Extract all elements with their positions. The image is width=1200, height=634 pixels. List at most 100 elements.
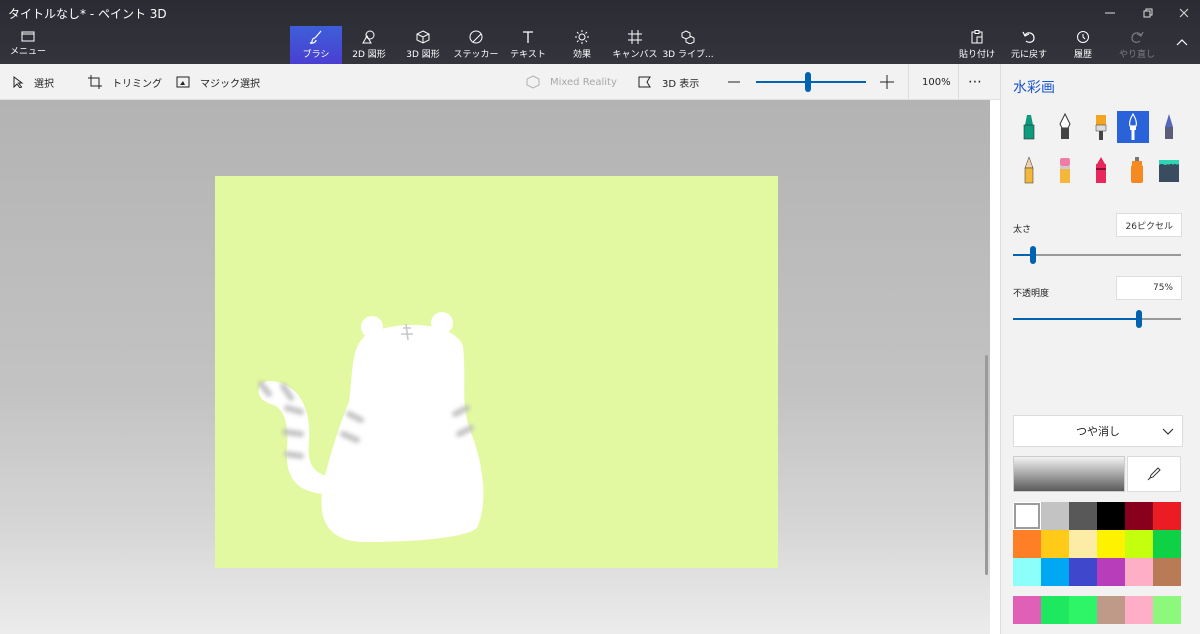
color-swatch[interactable] xyxy=(1013,530,1041,558)
tab-canvas[interactable]: キャンバス xyxy=(612,26,658,64)
color-swatch[interactable] xyxy=(1097,530,1125,558)
more-options-button[interactable]: ⋯ xyxy=(968,64,982,100)
history-button[interactable]: 履歴 xyxy=(1062,26,1104,64)
tab-3d-library[interactable]: 3D ライブ... xyxy=(662,26,714,64)
color-swatch[interactable] xyxy=(1097,502,1125,530)
opacity-slider[interactable] xyxy=(1013,310,1181,328)
tab-2d-shapes[interactable]: 2D 図形 xyxy=(346,26,392,64)
brush-oil[interactable] xyxy=(1085,111,1117,143)
opacity-label: 不透明度 xyxy=(1013,289,1050,299)
eyedropper-button[interactable] xyxy=(1127,456,1181,492)
opacity-slider-thumb[interactable] xyxy=(1136,310,1142,328)
thickness-slider-thumb[interactable] xyxy=(1030,246,1037,264)
minimize-button[interactable] xyxy=(1090,0,1130,26)
brush-marker[interactable] xyxy=(1013,111,1045,143)
cube-icon xyxy=(416,30,430,44)
spray-can-icon xyxy=(1131,157,1143,183)
restore-icon xyxy=(1143,8,1153,18)
color-palette xyxy=(1013,502,1183,586)
color-swatch[interactable] xyxy=(1125,502,1153,530)
brush-watercolor[interactable] xyxy=(1117,111,1149,143)
color-swatch[interactable] xyxy=(1069,502,1097,530)
undo-button[interactable]: 元に戻す xyxy=(1006,26,1052,64)
color-swatch[interactable] xyxy=(1069,530,1097,558)
thickness-input[interactable]: 26ピクセル xyxy=(1116,213,1182,237)
color-swatch[interactable] xyxy=(1069,558,1097,586)
magic-select-tool[interactable]: マジック選択 xyxy=(176,64,260,100)
zoom-slider-thumb[interactable] xyxy=(804,72,811,92)
color-swatch[interactable] xyxy=(1041,502,1069,530)
plus-icon xyxy=(880,75,894,89)
color-swatch[interactable] xyxy=(1041,558,1069,586)
menu-label: メニュー xyxy=(9,47,46,57)
undo-icon xyxy=(1022,31,1035,43)
redo-button[interactable]: やり直し xyxy=(1114,26,1160,64)
custom-color-swatch[interactable] xyxy=(1041,596,1069,624)
zoom-in-button[interactable] xyxy=(880,64,904,100)
select-tool[interactable]: 選択 xyxy=(12,64,54,100)
zoom-out-button[interactable] xyxy=(728,64,750,100)
menu-button[interactable]: メニュー xyxy=(6,30,50,60)
action-label: 元に戻す xyxy=(1010,50,1047,60)
color-swatch[interactable] xyxy=(1153,530,1181,558)
brush-pencil[interactable] xyxy=(1013,154,1045,186)
color-swatch[interactable] xyxy=(1041,530,1069,558)
toolbar-divider xyxy=(908,64,909,100)
paste-icon xyxy=(971,30,983,44)
view-3d-icon xyxy=(638,76,651,88)
custom-color-swatch[interactable] xyxy=(1069,596,1097,624)
tab-brushes[interactable]: ブラシ xyxy=(290,26,342,64)
color-swatch[interactable] xyxy=(1153,502,1181,530)
brush-calligraphy-pen[interactable] xyxy=(1049,111,1081,143)
color-swatch[interactable] xyxy=(1125,558,1153,586)
custom-color-swatch[interactable] xyxy=(1097,596,1125,624)
drawing-canvas[interactable] xyxy=(215,176,778,568)
crop-tool[interactable]: トリミング xyxy=(88,64,162,100)
custom-color-swatch[interactable] xyxy=(1125,596,1153,624)
custom-color-swatch[interactable] xyxy=(1153,596,1181,624)
opacity-input[interactable]: 75% xyxy=(1116,276,1182,300)
view-3d-toggle[interactable]: 3D 表示 xyxy=(638,64,699,100)
custom-color-swatch[interactable] xyxy=(1013,596,1041,624)
color-swatch[interactable] xyxy=(1153,558,1181,586)
color-swatch[interactable] xyxy=(1013,558,1041,586)
tab-stickers[interactable]: ステッカー xyxy=(453,26,499,64)
tab-3d-shapes[interactable]: 3D 図形 xyxy=(400,26,446,64)
zoom-percent-label: 100% xyxy=(922,76,951,88)
crop-icon xyxy=(88,75,102,89)
collapse-ribbon-button[interactable] xyxy=(1170,26,1194,64)
zoom-slider[interactable] xyxy=(756,81,866,83)
mixed-reality-button[interactable]: Mixed Reality xyxy=(526,64,617,100)
tab-label: テキスト xyxy=(510,50,546,60)
tab-label: ステッカー xyxy=(453,50,499,60)
mixed-reality-icon xyxy=(526,75,540,89)
tab-text[interactable]: テキスト xyxy=(508,26,548,64)
tab-effects[interactable]: 効果 xyxy=(562,26,602,64)
brush-eraser[interactable] xyxy=(1049,154,1081,186)
canvas-toolbar: 選択 トリミング マジック選択 Mixed Reality 3D 表示 100% xyxy=(0,64,1000,100)
crop-label: トリミング xyxy=(112,78,162,90)
restore-button[interactable] xyxy=(1128,0,1168,26)
color-preview[interactable] xyxy=(1013,456,1125,492)
select-label: 選択 xyxy=(34,78,54,90)
brush-pixel-pen[interactable] xyxy=(1153,111,1185,143)
color-swatch[interactable] xyxy=(1125,530,1153,558)
paint3d-window: タイトルなし* - ペイント 3D メニュー ブラシ 2D 図形 3D 図形 ス… xyxy=(0,0,1200,634)
paste-button[interactable]: 貼り付け xyxy=(956,26,998,64)
eraser-icon xyxy=(1060,158,1070,183)
tab-label: 3D 図形 xyxy=(406,50,440,60)
fill-bucket-icon xyxy=(1159,160,1179,182)
brush-crayon[interactable] xyxy=(1085,154,1117,186)
brush-fill-bucket[interactable] xyxy=(1153,154,1185,186)
zoom-percent[interactable]: 100% xyxy=(922,64,951,100)
close-button[interactable] xyxy=(1164,0,1200,26)
vertical-scrollbar[interactable] xyxy=(985,355,988,575)
eyedropper-icon xyxy=(1147,467,1161,481)
workspace xyxy=(0,100,990,634)
brush-spray-can[interactable] xyxy=(1121,154,1153,186)
thickness-slider[interactable] xyxy=(1013,246,1181,264)
color-swatch[interactable] xyxy=(1013,502,1041,530)
marker-icon xyxy=(1023,115,1035,140)
finish-dropdown[interactable]: つや消し xyxy=(1013,415,1183,447)
color-swatch[interactable] xyxy=(1097,558,1125,586)
